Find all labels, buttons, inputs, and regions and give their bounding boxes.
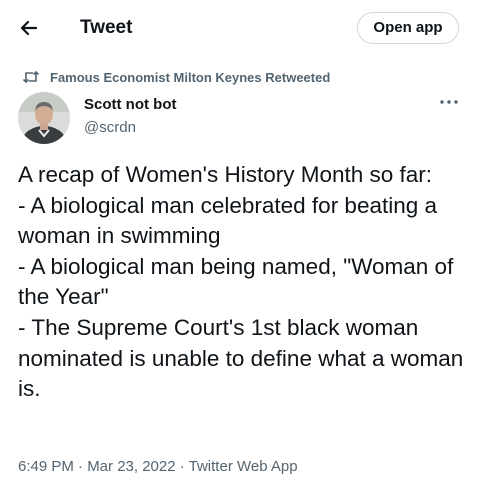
- author-display-name[interactable]: Scott not bot: [84, 96, 176, 113]
- back-button[interactable]: [16, 15, 42, 41]
- tweet-timestamp[interactable]: 6:49 PM · Mar 23, 2022 · Twitter Web App: [18, 458, 298, 475]
- retweet-context-text[interactable]: Famous Economist Milton Keynes Retweeted: [50, 70, 330, 85]
- arrow-left-icon: [20, 20, 38, 36]
- top-bar: Tweet Open app: [0, 0, 478, 56]
- tweet-text: A recap of Women's History Month so far:…: [18, 162, 464, 402]
- retweet-context: Famous Economist Milton Keynes Retweeted: [22, 68, 330, 86]
- more-horizontal-icon[interactable]: [438, 96, 460, 108]
- retweet-icon: [22, 70, 40, 84]
- avatar[interactable]: [18, 92, 70, 144]
- open-app-button[interactable]: Open app: [357, 12, 459, 44]
- page-title: Tweet: [80, 17, 133, 38]
- author-handle[interactable]: @scrdn: [84, 119, 136, 136]
